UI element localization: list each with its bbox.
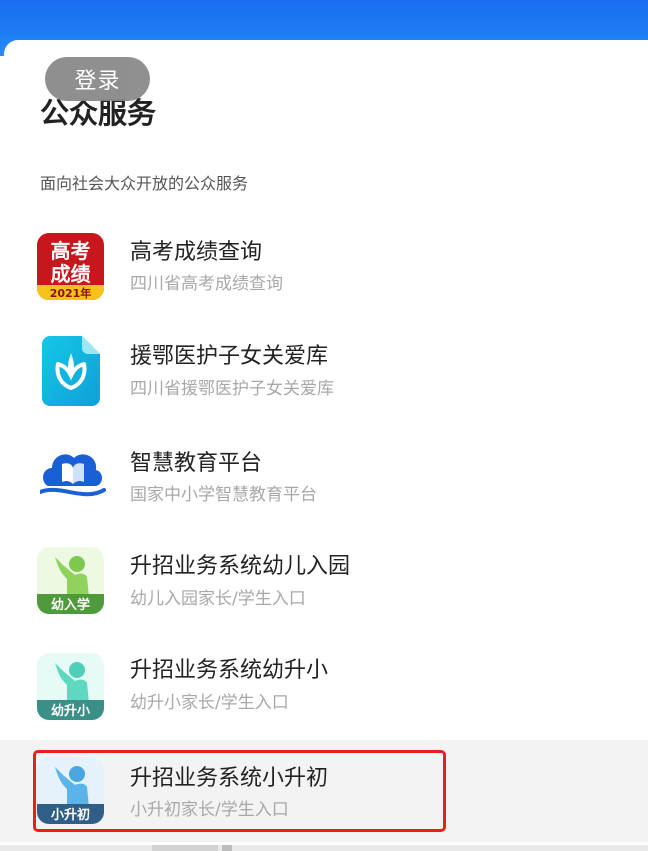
service-desc: 四川省高考成绩查询 — [130, 274, 283, 294]
service-item-kindergarten[interactable]: 幼入学 升招业务系统幼儿入园 幼儿入园家长/学生入口 — [0, 534, 648, 634]
cloud-book-icon — [38, 442, 106, 502]
service-item-gaokao[interactable]: 高考 成绩 2021年 高考成绩查询 四川省高考成绩查询 — [0, 220, 648, 320]
kindergarten-icon: 幼入学 — [37, 547, 104, 614]
service-title: 升招业务系统幼儿入园 — [130, 554, 351, 579]
service-title: 援鄂医护子女关爱库 — [130, 344, 329, 369]
gaokao-icon-badge: 2021年 — [50, 286, 92, 300]
kindergarten-icon-badge: 幼入学 — [51, 597, 90, 613]
service-desc: 四川省援鄂医护子女关爱库 — [130, 379, 334, 399]
page-subtitle: 面向社会大众开放的公众服务 — [40, 174, 249, 193]
gaokao-score-icon: 高考 成绩 2021年 — [37, 233, 104, 300]
service-title: 高考成绩查询 — [130, 240, 263, 265]
service-item-primary[interactable]: 幼升小 升招业务系统幼升小 幼升小家长/学生入口 — [0, 640, 648, 740]
bottom-bar-segment — [222, 845, 232, 851]
primary-icon-badge: 幼升小 — [51, 703, 90, 719]
primary-entry-icon: 幼升小 — [37, 653, 104, 720]
gaokao-icon-bottom: 成绩 — [51, 262, 91, 286]
login-button[interactable]: 登录 — [45, 57, 150, 101]
service-desc: 幼升小家长/学生入口 — [130, 693, 289, 713]
service-item-yuane[interactable]: 援鄂医护子女关爱库 四川省援鄂医护子女关爱库 — [0, 326, 648, 426]
leaf-icon — [42, 336, 100, 406]
service-title: 升招业务系统幼升小 — [130, 658, 329, 683]
service-item-smart-edu[interactable]: 智慧教育平台 国家中小学智慧教育平台 — [0, 430, 648, 530]
service-desc: 国家中小学智慧教育平台 — [130, 485, 317, 505]
service-desc: 幼儿入园家长/学生入口 — [130, 589, 306, 609]
bottom-bar-segment — [152, 845, 218, 851]
gaokao-icon-top: 高考 — [51, 239, 91, 263]
service-title: 智慧教育平台 — [130, 451, 263, 476]
selection-highlight-box — [33, 750, 446, 832]
bottom-bar — [0, 845, 648, 851]
